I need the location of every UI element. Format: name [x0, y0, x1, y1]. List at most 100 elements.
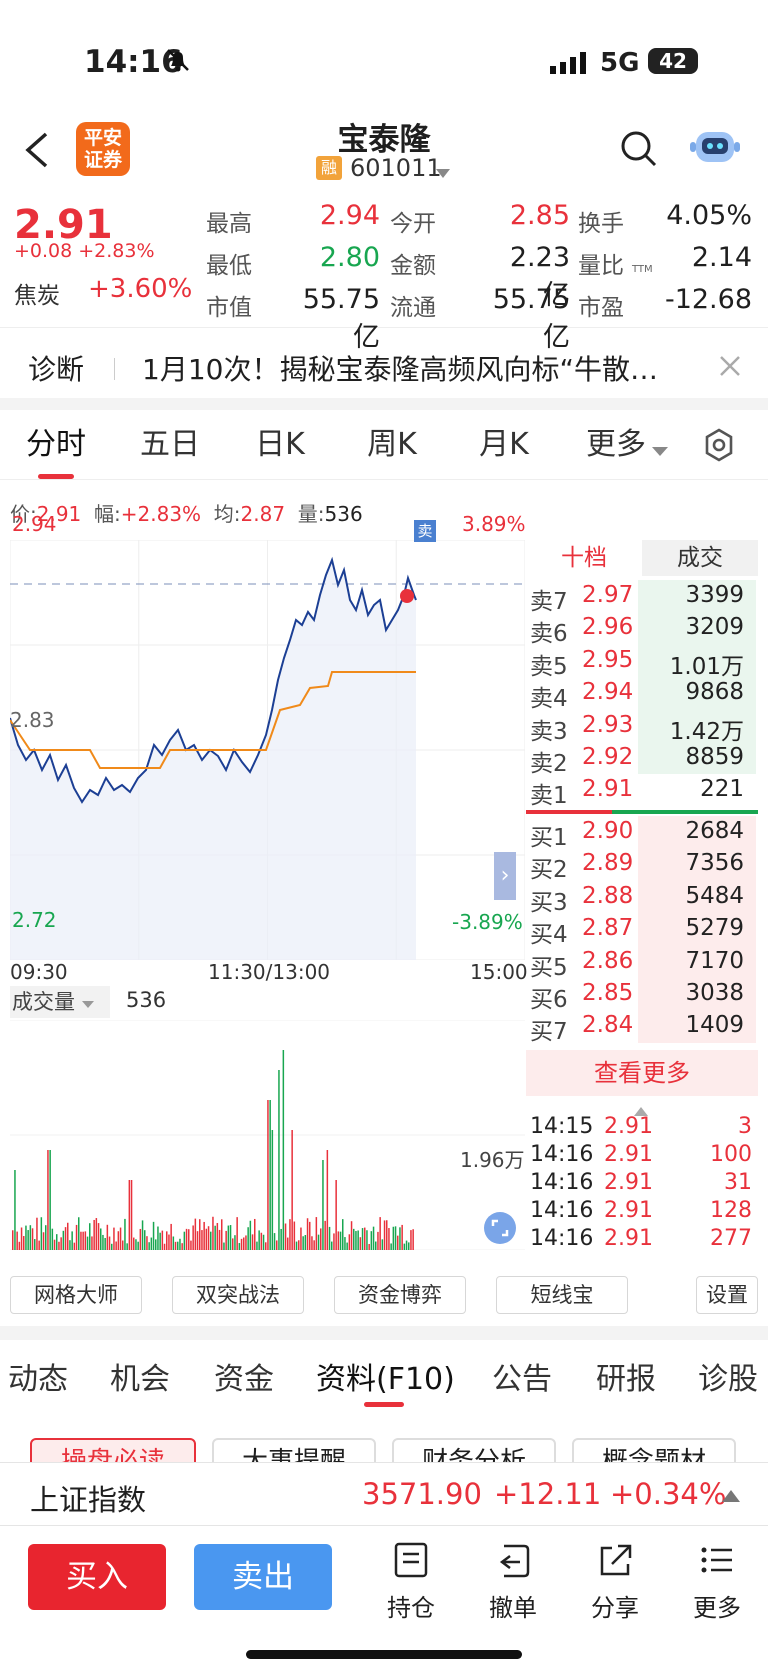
tab-news[interactable]: 动态: [8, 1354, 68, 1398]
expand-orderbook-icon[interactable]: ›: [494, 852, 516, 900]
ask-level-row[interactable]: 卖7 2.97 3399: [526, 580, 758, 615]
index-ticker[interactable]: 上证指数 3571.90 +12.11 +0.34%: [0, 1462, 768, 1526]
code-dropdown-icon[interactable]: [436, 164, 450, 183]
bid-level-row[interactable]: 买3 2.88 5484: [526, 880, 758, 916]
ask-level-row[interactable]: 卖6 2.96 3209: [526, 612, 758, 647]
close-icon[interactable]: [718, 354, 742, 382]
volume-bar: [139, 1228, 142, 1250]
tab-research[interactable]: 研报: [596, 1354, 656, 1398]
tab-capital[interactable]: 资金: [214, 1354, 274, 1398]
volume-bar: [317, 1234, 320, 1250]
diagnosis-text: 1月10次！揭秘宝泰隆高频风向标“牛散…: [142, 353, 658, 386]
ask-level-row[interactable]: 卖5 2.95 1.01万: [526, 644, 758, 680]
volume-bar: [322, 1160, 324, 1250]
share-button[interactable]: 分享: [580, 1542, 650, 1623]
double-breakout-button[interactable]: 双突战法: [172, 1276, 304, 1314]
tab-daily-k[interactable]: 日K: [244, 410, 316, 480]
volume-bar: [315, 1217, 318, 1250]
volume-bar: [284, 1223, 287, 1250]
level-price: 2.93: [582, 711, 634, 738]
cancel-order-button[interactable]: 撤单: [478, 1542, 548, 1623]
tab-intraday[interactable]: 分时: [20, 410, 92, 480]
volume-bar: [38, 1240, 40, 1250]
volume-bar: [23, 1236, 25, 1250]
volume-bar: [262, 1234, 265, 1250]
quote-field-value: 2.80: [319, 242, 380, 273]
bid-level-row[interactable]: 买6 2.85 3038: [526, 978, 758, 1013]
tab-trades[interactable]: 成交: [642, 540, 758, 576]
bid-level-row[interactable]: 买7 2.84 1409: [526, 1010, 758, 1045]
volume-bar: [196, 1231, 199, 1250]
level-price: 2.90: [582, 818, 634, 844]
trade-time: 14:16: [530, 1226, 594, 1251]
tab-ten-levels[interactable]: 十档: [526, 540, 642, 576]
volume-bar: [245, 1235, 247, 1250]
ai-assistant-icon[interactable]: [688, 122, 742, 176]
volume-bar: [271, 1130, 274, 1250]
index-change: +12.11: [494, 1477, 602, 1511]
info-avg: 2.87: [240, 502, 286, 526]
time-axis-mid: 11:30/13:00: [208, 960, 331, 984]
search-icon[interactable]: [620, 130, 658, 172]
back-icon[interactable]: [22, 130, 52, 174]
tab-weekly-k[interactable]: 周K: [356, 410, 428, 480]
capital-game-button[interactable]: 资金博弈: [334, 1276, 466, 1314]
volume-bar: [168, 1234, 170, 1250]
sell-button[interactable]: 卖出: [194, 1544, 332, 1610]
intraday-price-chart[interactable]: [10, 540, 525, 960]
volume-max-label: 1.96万: [460, 1148, 525, 1172]
bid-level-row[interactable]: 买1 2.90 2684: [526, 816, 758, 851]
bid-level-row[interactable]: 买2 2.89 7356: [526, 848, 758, 883]
ask-level-row[interactable]: 卖2 2.92 8859: [526, 742, 758, 777]
tab-monthly-k[interactable]: 月K: [468, 410, 540, 480]
volume-bar: [355, 1231, 357, 1250]
volume-chart[interactable]: [10, 1020, 525, 1250]
tab-f10-profile[interactable]: 资料(F10): [316, 1354, 455, 1398]
level-volume: 5484: [685, 882, 744, 909]
bid-level-row[interactable]: 买5 2.86 7170: [526, 945, 758, 981]
ask-level-row[interactable]: 卖3 2.93 1.42万: [526, 709, 758, 745]
diagnosis-banner[interactable]: 诊断 1月10次！揭秘宝泰隆高频风向标“牛散…: [0, 330, 768, 396]
volume-bar: [78, 1217, 80, 1250]
settings-gear-icon[interactable]: [702, 428, 736, 466]
buy-button[interactable]: 买入: [28, 1544, 166, 1610]
tab-opportunity[interactable]: 机会: [110, 1354, 170, 1398]
fullscreen-icon[interactable]: [484, 1212, 516, 1248]
sector-name[interactable]: 焦炭: [14, 276, 60, 310]
peek-button-3[interactable]: 财务分析: [392, 1438, 556, 1462]
peek-button-2[interactable]: 大事提醒: [212, 1438, 376, 1462]
sector-change[interactable]: +3.60%: [88, 274, 192, 304]
peek-button-1[interactable]: 操盘必读: [30, 1438, 196, 1462]
volume-bar: [141, 1220, 144, 1250]
volume-bar: [199, 1219, 201, 1250]
volume-bar: [190, 1240, 192, 1250]
tab-more[interactable]: 更多: [580, 410, 652, 480]
signal-icon: [550, 52, 588, 78]
volume-indicator-selector[interactable]: 成交量: [10, 986, 110, 1018]
ask-level-row[interactable]: 卖4 2.94 9868: [526, 677, 758, 712]
y-axis-high: 2.94: [12, 512, 57, 536]
grid-master-button[interactable]: 网格大师: [10, 1276, 142, 1314]
settings-button[interactable]: 设置: [696, 1276, 758, 1314]
tab-more-dropdown-icon[interactable]: [652, 442, 668, 461]
volume-bar: [287, 1237, 289, 1250]
info-avg-label: 均:: [213, 502, 241, 526]
peek-button-4[interactable]: 概念题材: [572, 1438, 736, 1462]
tab-stock-diagnosis[interactable]: 诊股: [698, 1354, 758, 1398]
quote-panel: 2.91 +0.08 +2.83% 焦炭 +3.60% 最高 2.94 今开 2.85…: [0, 192, 768, 353]
tab-five-day[interactable]: 五日: [130, 410, 210, 480]
trade-time: 14:16: [530, 1198, 594, 1223]
volume-bar: [172, 1236, 175, 1250]
view-more-button[interactable]: 查看更多: [526, 1050, 758, 1096]
diagnosis-divider: [114, 358, 115, 380]
volume-bar: [80, 1231, 82, 1250]
volume-bar: [144, 1230, 146, 1250]
volume-bar: [399, 1227, 401, 1250]
more-button[interactable]: 更多: [682, 1542, 752, 1623]
short-term-button[interactable]: 短线宝: [496, 1276, 628, 1314]
index-expand-icon[interactable]: [722, 1487, 740, 1506]
ask-level-row[interactable]: 卖1 2.91 221: [526, 774, 758, 809]
positions-button[interactable]: 持仓: [376, 1542, 446, 1623]
bid-level-row[interactable]: 买4 2.87 5279: [526, 913, 758, 948]
tab-announcements[interactable]: 公告: [492, 1354, 552, 1398]
